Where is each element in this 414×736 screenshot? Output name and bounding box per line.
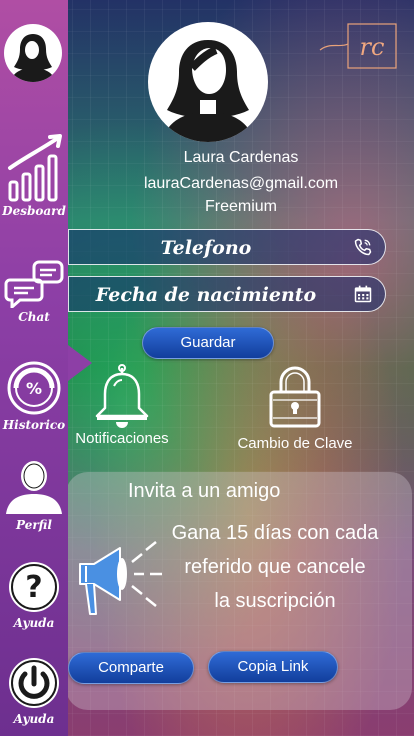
sidebar-item-ayuda-logout[interactable]: Ayuda xyxy=(0,656,68,726)
sidebar-item-label: Perfil xyxy=(16,518,52,532)
megaphone-icon xyxy=(79,541,162,615)
birthdate-field[interactable] xyxy=(68,276,386,313)
padlock-icon xyxy=(269,366,321,428)
chat-bubbles-icon xyxy=(4,260,64,308)
calendar-icon xyxy=(354,285,372,303)
brand-logo: rc xyxy=(318,22,400,72)
sidebar-item-label: Ayuda xyxy=(13,616,55,630)
invite-title: Invita a un amigo xyxy=(128,480,281,502)
sidebar-avatar[interactable] xyxy=(4,24,62,82)
power-icon xyxy=(9,658,59,708)
sidebar-item-chat[interactable]: Chat xyxy=(0,260,68,324)
phone-input[interactable] xyxy=(69,230,343,266)
sidebar-item-historico[interactable]: % Historico xyxy=(0,360,68,432)
profile-email: lauraCardenas@gmail.com xyxy=(143,175,339,192)
user-icon xyxy=(6,461,62,514)
invite-line: la suscripción xyxy=(214,590,336,612)
birthdate-input[interactable] xyxy=(69,277,343,313)
save-button[interactable]: Guardar xyxy=(142,327,274,359)
sidebar-item-label: Chat xyxy=(18,310,50,324)
sidebar: Desboard Chat % Historico Perfil ? Ayuda… xyxy=(0,0,68,736)
chart-growth-icon xyxy=(8,134,62,202)
active-indicator xyxy=(68,345,92,381)
copy-link-button[interactable]: Copia Link xyxy=(208,651,338,683)
sidebar-item-perfil[interactable]: Perfil xyxy=(0,458,68,532)
profile-plan: Freemium xyxy=(204,198,277,215)
bell-icon xyxy=(95,364,149,428)
share-button[interactable]: Comparte xyxy=(68,652,194,684)
invite-line: referido que cancele xyxy=(184,556,366,578)
change-password-button[interactable]: Cambio de Clave xyxy=(236,364,354,452)
change-password-label: Cambio de Clave xyxy=(237,435,353,452)
invite-line: Gana 15 días con cada xyxy=(171,522,379,544)
svg-text:rc: rc xyxy=(360,33,385,61)
invite-description: Gana 15 días con cada referido que cance… xyxy=(170,516,380,618)
question-icon: ? xyxy=(9,562,59,612)
sidebar-item-desboard[interactable]: Desboard xyxy=(0,132,68,218)
profile-name: Laura Cardenas xyxy=(183,149,299,166)
notifications-label: Notificaciones xyxy=(75,430,169,447)
svg-text:%: % xyxy=(26,379,42,398)
percent-gauge-icon: % xyxy=(7,361,61,415)
profile-avatar[interactable] xyxy=(148,22,268,142)
sidebar-item-label: Historico xyxy=(2,418,66,432)
sidebar-item-label: Desboard xyxy=(2,204,66,218)
svg-text:?: ? xyxy=(25,570,42,605)
phone-field[interactable] xyxy=(68,229,386,266)
sidebar-item-label: Ayuda xyxy=(13,712,55,726)
phone-icon xyxy=(354,238,372,256)
sidebar-item-ayuda[interactable]: ? Ayuda xyxy=(0,560,68,630)
